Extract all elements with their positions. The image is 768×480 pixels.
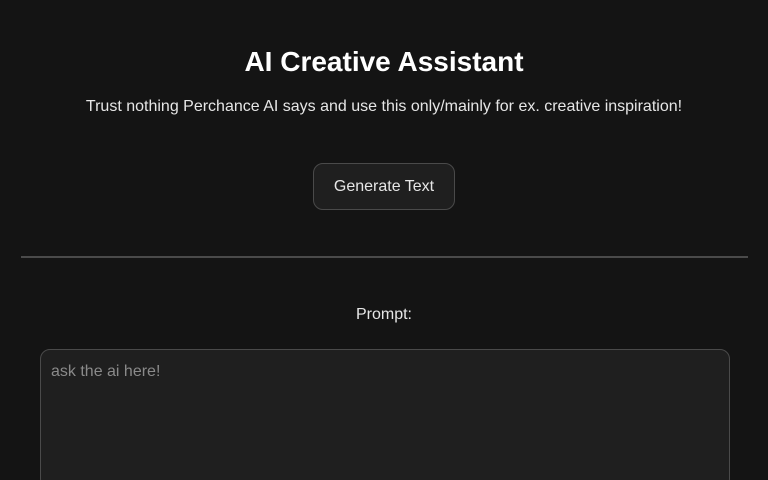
generate-text-button[interactable]: Generate Text bbox=[313, 163, 455, 210]
prompt-input[interactable] bbox=[40, 349, 730, 480]
page-subtitle: Trust nothing Perchance AI says and use … bbox=[85, 98, 683, 115]
section-divider bbox=[21, 256, 748, 258]
page-title: AI Creative Assistant bbox=[244, 46, 524, 77]
prompt-label: Prompt: bbox=[355, 306, 412, 323]
page: AI Creative Assistant Trust nothing Perc… bbox=[0, 0, 768, 480]
